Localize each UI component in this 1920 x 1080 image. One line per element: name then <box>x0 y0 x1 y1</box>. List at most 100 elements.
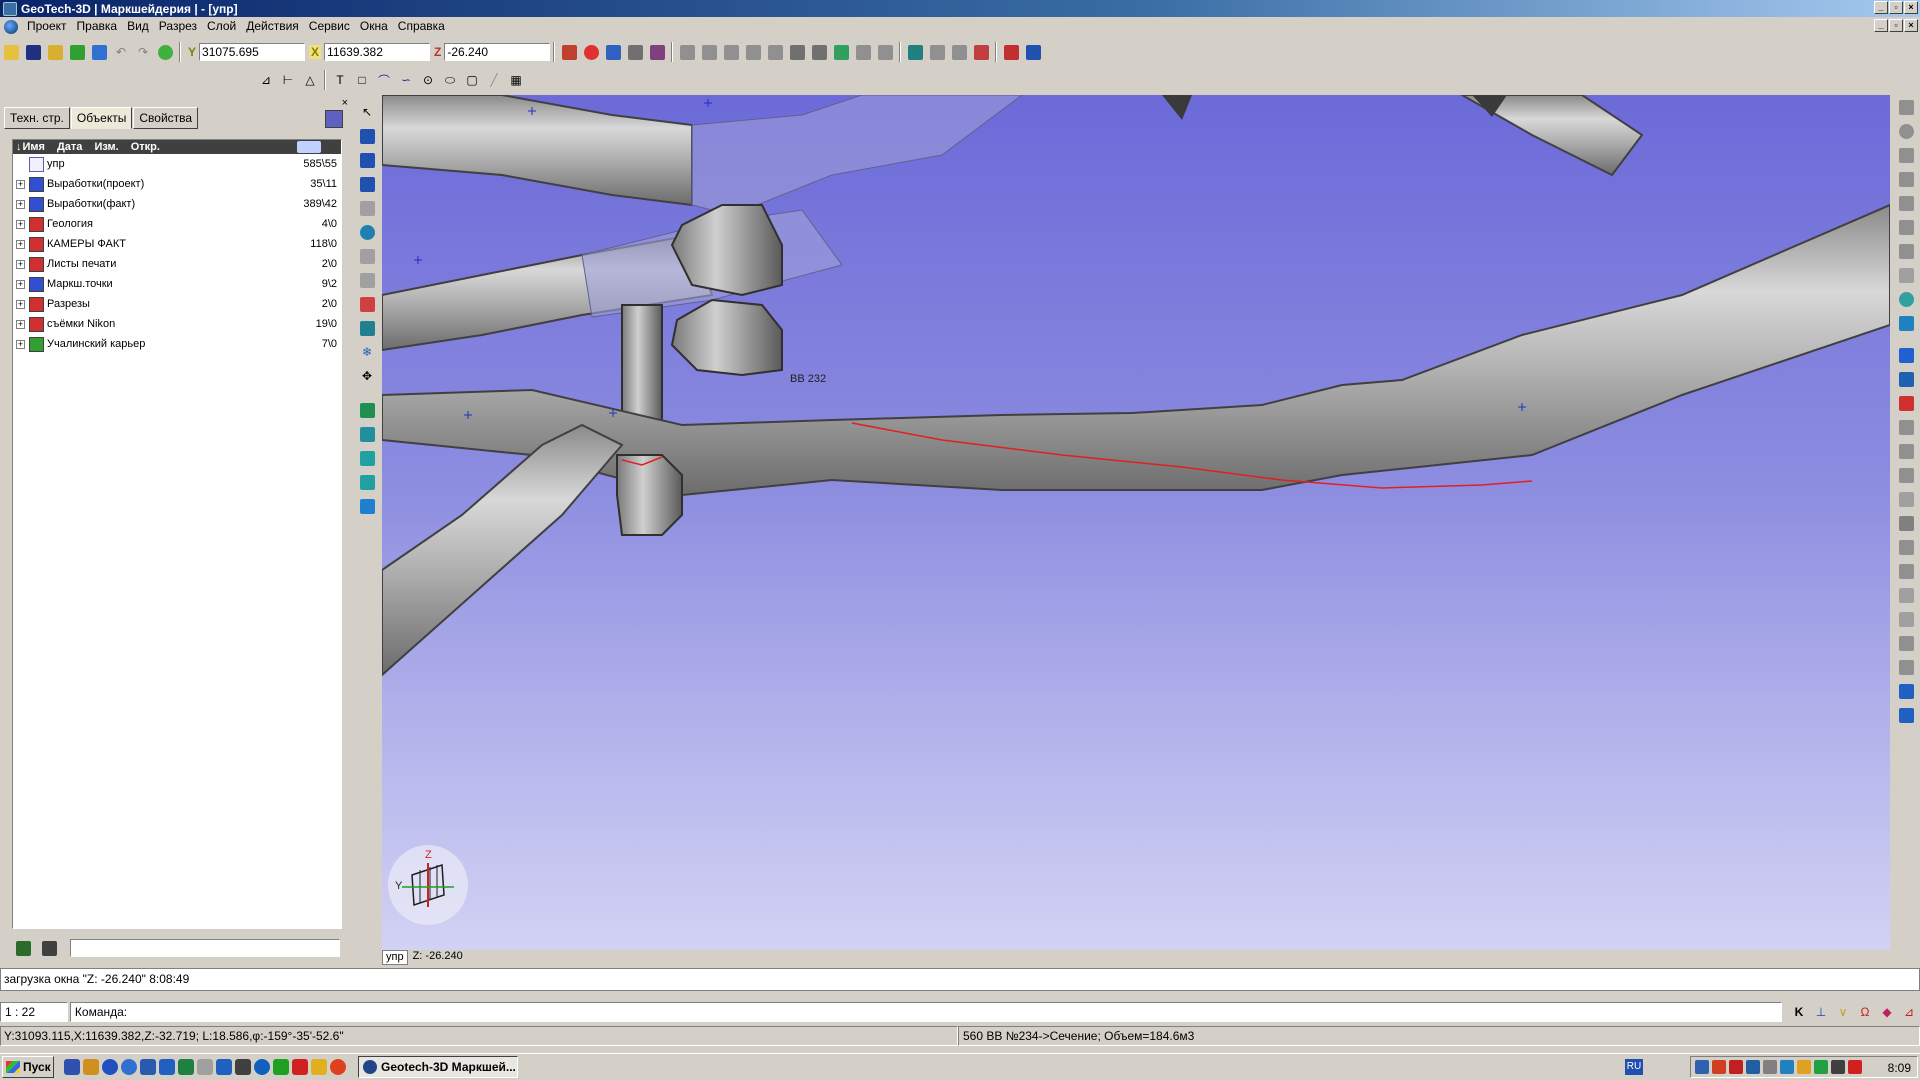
r-tool-14[interactable] <box>1897 417 1917 437</box>
quicklaunch-icon-4[interactable] <box>121 1059 137 1075</box>
r-tool-18[interactable] <box>1897 513 1917 533</box>
r-tool-21[interactable] <box>1897 585 1917 605</box>
move-button[interactable]: ✥ <box>357 366 377 386</box>
expand-icon[interactable]: + <box>16 239 25 249</box>
r-tool-24[interactable] <box>1897 657 1917 677</box>
r-tool-26[interactable] <box>1897 705 1917 725</box>
r-tool-20[interactable] <box>1897 561 1917 581</box>
menu-project[interactable]: Проект <box>22 17 72 36</box>
window-button[interactable] <box>89 42 109 62</box>
dimension-tool-button[interactable]: ⊢ <box>278 70 298 90</box>
undo-button[interactable]: ↶ <box>111 42 131 62</box>
view-a-button[interactable] <box>905 42 925 62</box>
3d-viewport[interactable]: BB 232 Z Y <box>382 95 1890 950</box>
r-tool-16[interactable] <box>1897 465 1917 485</box>
layer-a-button[interactable] <box>357 400 377 420</box>
doc-close-button[interactable]: × <box>1904 19 1918 32</box>
quicklaunch-icon-5[interactable] <box>140 1059 156 1075</box>
menu-windows[interactable]: Окна <box>355 17 393 36</box>
pick-button[interactable] <box>357 174 377 194</box>
r-tool-4[interactable] <box>1897 169 1917 189</box>
quicklaunch-icon-1[interactable] <box>64 1059 80 1075</box>
ellipse-tool-button[interactable]: ⬭ <box>440 70 460 90</box>
search-tool-button[interactable] <box>13 938 33 958</box>
expand-icon[interactable]: + <box>16 219 25 229</box>
tray-icon-7[interactable] <box>1797 1060 1811 1074</box>
cmd-v-button[interactable]: ∨ <box>1833 1002 1853 1022</box>
triangle-tool-button[interactable]: △ <box>300 70 320 90</box>
tray-icon-8[interactable] <box>1814 1060 1828 1074</box>
tray-icon-9[interactable] <box>1831 1060 1845 1074</box>
tree-item[interactable]: + Маркш.точки 9\2 <box>13 274 341 294</box>
curve-tool-button[interactable]: ∽ <box>396 70 416 90</box>
r-tool-22[interactable] <box>1897 609 1917 629</box>
chrome-icon[interactable] <box>330 1059 346 1075</box>
taskbar-app-geotech[interactable]: Geotech-3D Маркшей... <box>358 1056 518 1078</box>
layer-b-button[interactable] <box>357 424 377 444</box>
add-point-button[interactable] <box>357 198 377 218</box>
r-tool-13[interactable] <box>1897 393 1917 413</box>
plane-button[interactable] <box>357 318 377 338</box>
r-tool-3[interactable] <box>1897 145 1917 165</box>
arc-tool-button[interactable]: ⌒ <box>374 70 394 90</box>
sort-icon[interactable]: ↓ <box>16 141 22 153</box>
orbit-button[interactable] <box>357 222 377 242</box>
start-button[interactable]: Пуск <box>2 1056 54 1078</box>
expand-icon[interactable]: + <box>16 199 25 209</box>
r-tool-25[interactable] <box>1897 681 1917 701</box>
tray-icon-5[interactable] <box>1763 1060 1777 1074</box>
language-indicator[interactable]: RU <box>1625 1059 1643 1075</box>
z-coordinate-field[interactable] <box>444 43 551 61</box>
expand-icon[interactable]: + <box>16 299 25 309</box>
tool-a-button[interactable] <box>677 42 697 62</box>
r-tool-7[interactable] <box>1897 241 1917 261</box>
view-d-button[interactable] <box>971 42 991 62</box>
tray-icon-6[interactable] <box>1780 1060 1794 1074</box>
quicklaunch-icon-13[interactable] <box>292 1059 308 1075</box>
cmd-perp-button[interactable]: ⊥ <box>1811 1002 1831 1022</box>
tree-item[interactable]: + Геология 4\0 <box>13 214 341 234</box>
spiral-button[interactable] <box>357 294 377 314</box>
solid-tool-button[interactable] <box>647 42 667 62</box>
clock[interactable]: 8:09 <box>1888 1061 1911 1075</box>
pan-button[interactable] <box>357 246 377 266</box>
view-b-button[interactable] <box>927 42 947 62</box>
tab-tech-structure[interactable]: Техн. стр. <box>4 107 70 129</box>
grid-tool-button[interactable] <box>559 42 579 62</box>
expand-icon[interactable]: + <box>16 339 25 349</box>
view-e-button[interactable] <box>1001 42 1021 62</box>
tool-b-button[interactable] <box>699 42 719 62</box>
command-input[interactable]: Команда: <box>69 1002 1782 1022</box>
tool-g-button[interactable] <box>809 42 829 62</box>
r-tool-1[interactable] <box>1897 97 1917 117</box>
speaker-icon[interactable] <box>1712 1060 1726 1074</box>
rotate-button[interactable] <box>357 150 377 170</box>
tree-item[interactable]: + Листы печати 2\0 <box>13 254 341 274</box>
tree-item[interactable]: + КАМЕРЫ ФАКТ 118\0 <box>13 234 341 254</box>
r-tool-10[interactable] <box>1897 313 1917 333</box>
mesh-tool-button[interactable] <box>625 42 645 62</box>
tree-item[interactable]: + съёмки Nikon 19\0 <box>13 314 341 334</box>
menu-help[interactable]: Справка <box>393 17 450 36</box>
y-coordinate-field[interactable] <box>199 43 306 61</box>
cmd-omega-button[interactable]: Ω <box>1855 1002 1875 1022</box>
tool-d-button[interactable] <box>743 42 763 62</box>
tree-item[interactable]: + Учалинский карьер 7\0 <box>13 334 341 354</box>
rect-tool-button[interactable]: □ <box>352 70 372 90</box>
tool-f-button[interactable] <box>787 42 807 62</box>
column-modified[interactable]: Изм. <box>94 141 118 153</box>
expand-icon[interactable]: + <box>16 319 25 329</box>
layer-c-button[interactable] <box>357 448 377 468</box>
tree-item[interactable]: + Разрезы 2\0 <box>13 294 341 314</box>
quicklaunch-icon-8[interactable] <box>197 1059 213 1075</box>
x-coordinate-field[interactable] <box>324 43 431 61</box>
layer-e-button[interactable] <box>357 496 377 516</box>
tray-icon-4[interactable] <box>1746 1060 1760 1074</box>
quicklaunch-icon-14[interactable] <box>311 1059 327 1075</box>
tray-icon-10[interactable] <box>1848 1060 1862 1074</box>
tree-item[interactable]: + Выработки(проект) 35\11 <box>13 174 341 194</box>
cmd-k-button[interactable]: K <box>1789 1002 1809 1022</box>
circle-tool-button[interactable]: ⊙ <box>418 70 438 90</box>
quicklaunch-icon-3[interactable] <box>102 1059 118 1075</box>
r-tool-11[interactable] <box>1897 345 1917 365</box>
